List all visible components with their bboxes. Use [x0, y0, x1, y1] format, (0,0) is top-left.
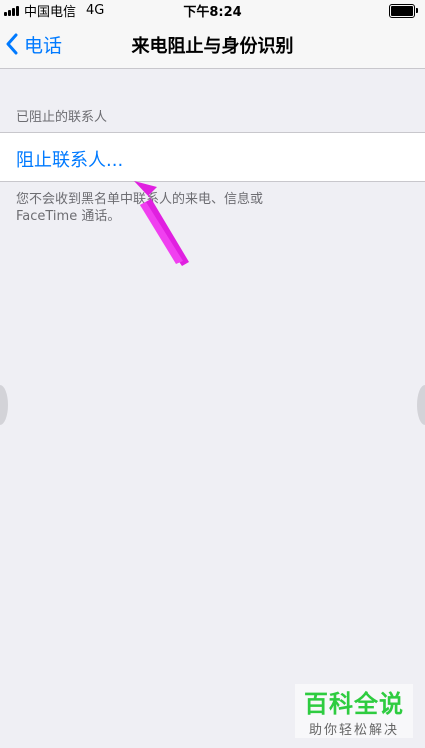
left-edge-handle — [0, 385, 8, 425]
watermark-logo: 百科全说 助你轻松解决 — [295, 684, 413, 738]
watermark-subtitle: 助你轻松解决 — [308, 723, 399, 738]
right-edge-handle — [417, 385, 425, 425]
arrow-annotation — [134, 181, 189, 266]
watermark-title: 百科全说 — [304, 690, 404, 718]
